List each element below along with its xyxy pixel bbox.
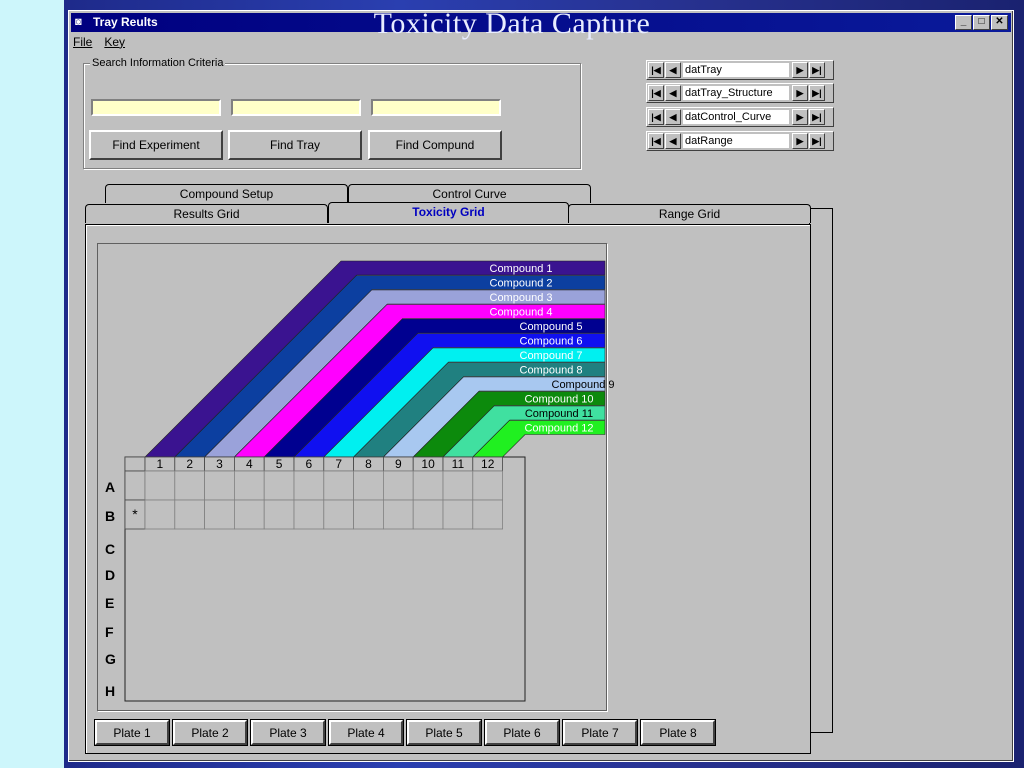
data-control-label: datTray	[683, 63, 789, 77]
tab-stack-edge	[809, 208, 833, 733]
frame-label: Search Information Criteria	[90, 57, 226, 69]
row-label: B	[105, 508, 116, 524]
prev-record-icon[interactable]: ◀	[665, 133, 681, 149]
data-control-label: datControl_Curve	[683, 110, 789, 124]
first-record-icon[interactable]: |◀	[648, 133, 664, 149]
data-control-label: datTray_Structure	[683, 86, 789, 100]
next-record-icon[interactable]: ▶	[792, 62, 808, 78]
tab-results-grid[interactable]: Results Grid	[85, 204, 328, 223]
tab-control-curve[interactable]: Control Curve	[348, 184, 591, 203]
experiment-search-input[interactable]	[91, 99, 221, 116]
next-record-icon[interactable]: ▶	[792, 85, 808, 101]
next-record-icon[interactable]: ▶	[792, 109, 808, 125]
prev-record-icon[interactable]: ◀	[665, 62, 681, 78]
last-record-icon[interactable]: ▶|	[809, 109, 825, 125]
first-record-icon[interactable]: |◀	[648, 109, 664, 125]
last-record-icon[interactable]: ▶|	[809, 62, 825, 78]
tray-search-input[interactable]	[231, 99, 361, 116]
plate-button[interactable]: Plate 7	[562, 719, 638, 746]
first-record-icon[interactable]: |◀	[648, 85, 664, 101]
plate-button[interactable]: Plate 5	[406, 719, 482, 746]
prev-record-icon[interactable]: ◀	[665, 109, 681, 125]
compound-search-input[interactable]	[371, 99, 501, 116]
data-control-dattray-structure: |◀ ◀ datTray_Structure ▶ ▶|	[646, 83, 834, 103]
row-label: A	[105, 479, 116, 495]
data-control-datcontrol-curve: |◀ ◀ datControl_Curve ▶ ▶|	[646, 107, 834, 127]
first-record-icon[interactable]: |◀	[648, 62, 664, 78]
next-record-icon[interactable]: ▶	[792, 133, 808, 149]
row-label: C	[105, 541, 116, 557]
plate-button[interactable]: Plate 2	[172, 719, 248, 746]
plate-button[interactable]: Plate 4	[328, 719, 404, 746]
tab-range-grid[interactable]: Range Grid	[568, 204, 811, 223]
row-label: E	[105, 595, 115, 611]
find-compound-button[interactable]: Find Compund	[368, 130, 502, 160]
find-experiment-button[interactable]: Find Experiment	[89, 130, 223, 160]
row-label: D	[105, 567, 116, 583]
data-control-dattray: |◀ ◀ datTray ▶ ▶|	[646, 60, 834, 80]
slide-title: Toxicity Data Capture	[373, 7, 651, 40]
tab-toxicity-grid[interactable]: Toxicity Grid	[328, 202, 569, 223]
plate-button[interactable]: Plate 1	[94, 719, 170, 746]
prev-record-icon[interactable]: ◀	[665, 85, 681, 101]
tab-compound-setup[interactable]: Compound Setup	[105, 184, 348, 203]
find-tray-button[interactable]: Find Tray	[228, 130, 362, 160]
last-record-icon[interactable]: ▶|	[809, 133, 825, 149]
last-record-icon[interactable]: ▶|	[809, 85, 825, 101]
plate-button[interactable]: Plate 3	[250, 719, 326, 746]
row-label: G	[105, 651, 116, 667]
toxicity-grid-area	[97, 243, 607, 711]
data-control-datrange: |◀ ◀ datRange ▶ ▶|	[646, 131, 834, 151]
data-control-label: datRange	[683, 134, 789, 148]
row-label: F	[105, 624, 114, 640]
plate-button[interactable]: Plate 6	[484, 719, 560, 746]
tray-results-window: ◙ Tray Reults _ □ ✕ File Key Search Info…	[68, 10, 1014, 762]
plate-button[interactable]: Plate 8	[640, 719, 716, 746]
row-label: H	[105, 683, 116, 699]
